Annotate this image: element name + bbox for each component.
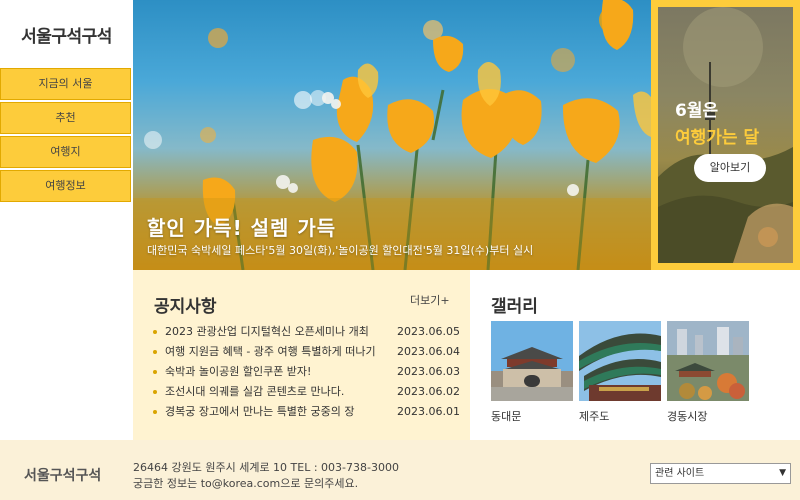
gallery-image[interactable] [579,321,661,401]
hero-banner[interactable]: 할인 가득! 설렘 가득 대한민국 숙박세일 페스타'5월 30일(화),'놀이… [133,0,651,270]
footer-logo: 서울구석구석 [24,468,102,484]
bullet-icon [153,350,157,354]
chevron-down-icon: ▼ [779,468,786,478]
nav-item-destinations[interactable]: 여행지 [0,136,131,168]
notice-item-date: 2023.06.04 [397,345,460,358]
palace-roof-image [579,321,661,401]
promo-line1: 6월은 [675,101,719,121]
notice-item[interactable]: 숙박과 놀이공원 할인쿠폰 받자! 2023.06.03 [153,362,460,382]
notice-item-text[interactable]: 숙박과 놀이공원 할인쿠폰 받자! [165,362,390,382]
nav-item-travel-info[interactable]: 여행정보 [0,170,131,202]
notice-item-date: 2023.06.03 [397,365,460,378]
gallery-item-gyeongdong-market[interactable]: 경동시장 [667,321,749,424]
learn-more-button[interactable]: 알아보기 [694,154,766,182]
page: 서울구석구석 지금의 서울 추천 여행지 여행정보 할인 가득! 설렘 가득 대… [0,0,800,500]
city-aerial-image [667,321,749,401]
notice-item-text[interactable]: 조선시대 의궤를 실감 콘텐츠로 만나다. [165,382,390,402]
hero-title: 할인 가득! 설렘 가득 [147,216,337,240]
related-sites-select[interactable]: 관련 사이트 ▼ [650,463,791,484]
notice-item-text[interactable]: 여행 지원금 혜택 - 광주 여행 특별하게 떠나기 [165,342,390,362]
notice-item-date: 2023.06.05 [397,325,460,338]
notice-item-text[interactable]: 경복궁 장고에서 만나는 특별한 궁중의 장 [165,402,390,422]
notice-item-date: 2023.06.02 [397,385,460,398]
bullet-icon [153,410,157,414]
related-sites-select-value: 관련 사이트 [655,468,705,479]
notice-item-date: 2023.06.01 [397,405,460,418]
notice-item[interactable]: 2023 관광산업 디지털혁신 오픈세미나 개최 2023.06.05 [153,322,460,342]
notice-section: 공지사항 더보기+ 2023 관광산업 디지털혁신 오픈세미나 개최 2023.… [133,270,470,440]
footer: 서울구석구석 26464 강원도 원주시 세계로 10 TEL : 003-73… [0,440,800,500]
promo-panel: 6월은 여행가는 달 알아보기 [651,0,800,270]
notice-item[interactable]: 여행 지원금 혜택 - 광주 여행 특별하게 떠나기 2023.06.04 [153,342,460,362]
sidebar: 서울구석구석 지금의 서울 추천 여행지 여행정보 [0,0,133,440]
hero-subtitle: 대한민국 숙박세일 페스타'5월 30일(화),'놀이공원 할인대전'5월 31… [147,244,534,257]
footer-contact: 궁금한 정보는 to@korea.com으로 문의주세요. [133,477,359,490]
notice-item[interactable]: 조선시대 의궤를 실감 콘텐츠로 만나다. 2023.06.02 [153,382,460,402]
bullet-icon [153,390,157,394]
gallery-item-jeju[interactable]: 제주도 [579,321,661,424]
promo-line2: 여행가는 달 [675,128,760,148]
dongdaemun-gate-image [491,321,573,401]
nav-item-recommend[interactable]: 추천 [0,102,131,134]
gallery-section: 갤러리 동대문 제주도 경동시장 [470,270,800,440]
gallery-caption: 제주도 [579,410,610,423]
notice-item-text[interactable]: 2023 관광산업 디지털혁신 오픈세미나 개최 [165,322,390,342]
gallery-image[interactable] [667,321,749,401]
notice-title: 공지사항 [154,297,217,317]
notice-list: 2023 관광산업 디지털혁신 오픈세미나 개최 2023.06.05 여행 지… [153,322,460,422]
promo-image: 6월은 여행가는 달 알아보기 [658,7,793,263]
gallery-title: 갤러리 [491,297,538,317]
notice-more-link[interactable]: 더보기+ [410,292,450,308]
main-nav: 지금의 서울 추천 여행지 여행정보 [0,68,131,204]
gallery-image[interactable] [491,321,573,401]
gallery-caption: 경동시장 [667,410,708,423]
gallery-caption: 동대문 [491,410,522,423]
site-logo[interactable]: 서울구석구석 [0,22,133,47]
nav-item-now-seoul[interactable]: 지금의 서울 [0,68,131,100]
notice-item[interactable]: 경복궁 장고에서 만나는 특별한 궁중의 장 2023.06.01 [153,402,460,422]
footer-address: 26464 강원도 원주시 세계로 10 TEL : 003-738-3000 [133,461,399,474]
gallery-item-dongdaemun[interactable]: 동대문 [491,321,573,424]
bullet-icon [153,330,157,334]
bullet-icon [153,370,157,374]
